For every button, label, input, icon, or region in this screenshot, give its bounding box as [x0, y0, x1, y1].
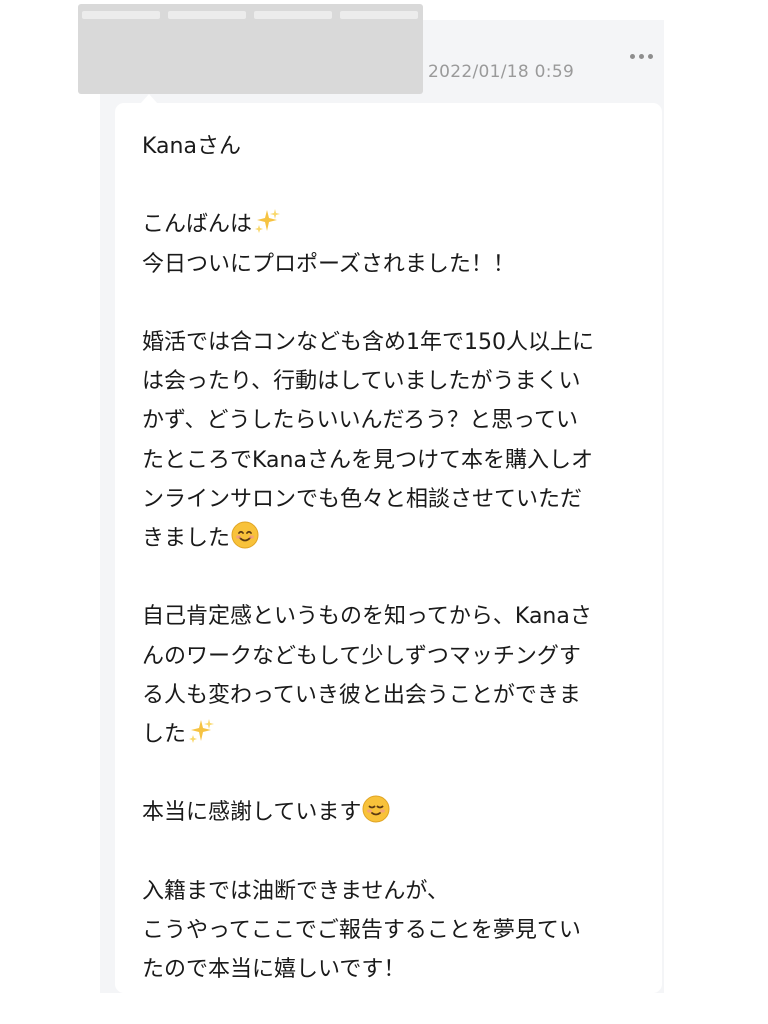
message-line: 入籍までは油断できませんが、 [142, 878, 449, 904]
message-line: 自己肯定感というものを知ってから、Kanaさ [142, 604, 592, 630]
chat-screen: 2022/01/18 0:59 Kanaさん こんばんは 今日ついにプロポーズさ… [0, 0, 768, 1024]
message-bubble: Kanaさん こんばんは 今日ついにプロポーズされました！！ 婚活では合コンなど… [115, 103, 662, 993]
message-line: こうやってここでご報告することを夢見てい [142, 917, 581, 943]
message-line: 本当に感謝しています [142, 793, 632, 832]
message-line: こんばんは [142, 205, 632, 244]
message-line: る人も変わっていき彼と出会うことができま [142, 682, 581, 708]
message-line: Kanaさん [142, 134, 241, 159]
message-timestamp: 2022/01/18 0:59 [428, 62, 575, 82]
message-line: 今日ついにプロポーズされました！！ [142, 251, 515, 277]
dot-icon [629, 53, 635, 59]
redaction-stripe [254, 11, 332, 19]
message-line: かず、どうしたらいいんだろう？と思ってい [142, 408, 579, 434]
sparkles-emoji-icon [187, 717, 215, 745]
message-line: した [142, 715, 632, 754]
message-line: きました [142, 519, 632, 558]
redaction-stripe [340, 11, 418, 19]
sparkles-emoji-icon [253, 207, 281, 235]
message-line: は会ったり、行動はしていましたがうまくい [142, 369, 581, 395]
redaction-stripe [82, 11, 160, 19]
message-line: たので本当に嬉しいです！ [142, 957, 406, 983]
more-options-icon[interactable] [624, 42, 658, 70]
message-line: たところでKanaさんを見つけて本を購入しオ [142, 447, 593, 473]
redacted-sender-name [78, 4, 423, 94]
message-line: んのワークなどもして少しずつマッチングす [142, 643, 581, 669]
dot-icon [647, 53, 653, 59]
relieved-face-emoji-icon [362, 795, 390, 823]
message-line: 婚活では合コンなども含め1年で150人以上に [142, 329, 594, 355]
smiling-face-emoji-icon [231, 521, 259, 549]
message-line: ンラインサロンでも色々と相談させていただ [142, 486, 583, 512]
redaction-stripe [168, 11, 246, 19]
dot-icon [638, 53, 644, 59]
